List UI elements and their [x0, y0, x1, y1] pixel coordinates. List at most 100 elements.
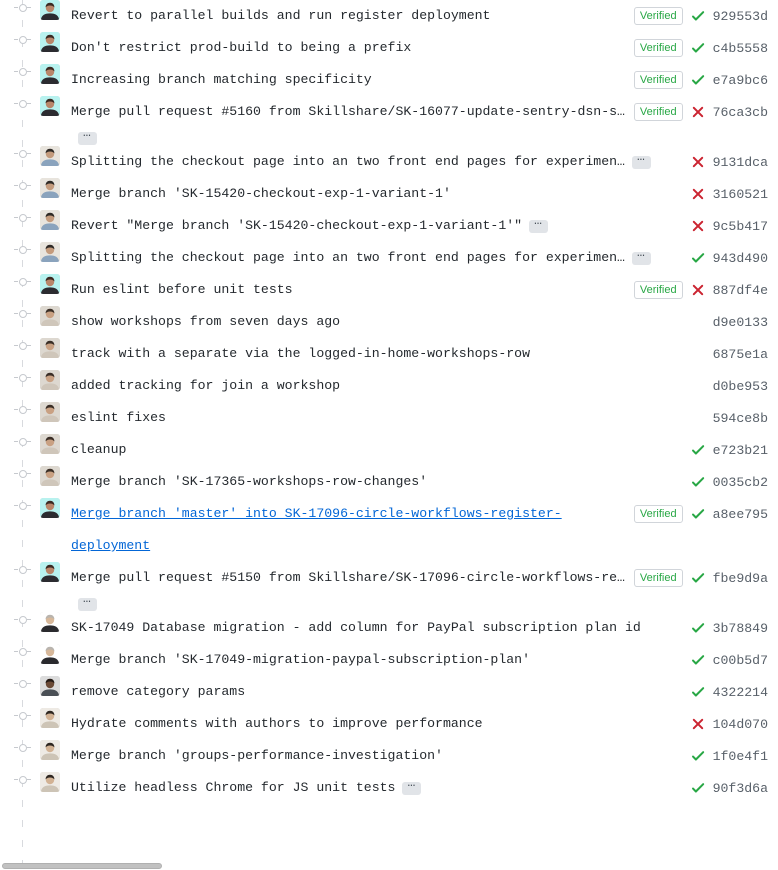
- commit-sha[interactable]: 90f3d6a: [713, 781, 768, 796]
- commit-row[interactable]: eslint fixes 594ce8b: [0, 402, 778, 434]
- commit-sha[interactable]: 9c5b417: [713, 219, 768, 234]
- commit-row[interactable]: Merge pull request #5160 from Skillshare…: [0, 96, 778, 146]
- commit-sha[interactable]: 9131dca: [713, 155, 768, 170]
- commit-message[interactable]: Merge pull request #5150 from Skillshare…: [71, 570, 625, 585]
- commit-message[interactable]: Don't restrict prod-build to being a pre…: [71, 40, 411, 55]
- author-avatar[interactable]: [40, 676, 60, 696]
- commit-message[interactable]: Merge pull request #5160 from Skillshare…: [71, 104, 625, 119]
- commit-row[interactable]: Hydrate comments with authors to improve…: [0, 708, 778, 740]
- commit-row[interactable]: Merge pull request #5150 from Skillshare…: [0, 562, 778, 612]
- author-avatar[interactable]: [40, 370, 60, 390]
- commit-row[interactable]: show workshops from seven days ago d9e013…: [0, 306, 778, 338]
- author-avatar[interactable]: [40, 772, 60, 792]
- x-icon[interactable]: [691, 155, 705, 169]
- verified-badge[interactable]: Verified: [633, 569, 683, 587]
- commit-row[interactable]: Don't restrict prod-build to being a pre…: [0, 32, 778, 64]
- commit-message[interactable]: Merge branch 'master' into SK-17096-circ…: [71, 506, 562, 553]
- commit-row[interactable]: Merge branch 'groups-performance-investi…: [0, 740, 778, 772]
- commit-row[interactable]: SK-17049 Database migration - add column…: [0, 612, 778, 644]
- author-avatar[interactable]: [40, 338, 60, 358]
- commit-sha[interactable]: 929553d: [713, 9, 768, 24]
- commit-message[interactable]: Splitting the checkout page into an two …: [71, 250, 625, 265]
- commit-message[interactable]: added tracking for join a workshop: [71, 378, 340, 393]
- expand-commit-message-button[interactable]: …: [78, 592, 97, 611]
- check-icon[interactable]: [691, 41, 705, 55]
- commit-row[interactable]: Utilize headless Chrome for JS unit test…: [0, 772, 778, 804]
- commit-sha[interactable]: c4b5558: [713, 41, 768, 56]
- check-icon[interactable]: [691, 507, 705, 521]
- author-avatar[interactable]: [40, 32, 60, 52]
- expand-commit-message-button[interactable]: …: [631, 246, 651, 265]
- check-icon[interactable]: [691, 73, 705, 87]
- commit-row[interactable]: Merge branch 'SK-15420-checkout-exp-1-va…: [0, 178, 778, 210]
- commit-sha[interactable]: 0035cb2: [713, 475, 768, 490]
- author-avatar[interactable]: [40, 708, 60, 728]
- commit-row[interactable]: Increasing branch matching specificity Ve…: [0, 64, 778, 96]
- check-icon[interactable]: [691, 685, 705, 699]
- expand-commit-message-button[interactable]: …: [78, 126, 97, 145]
- author-avatar[interactable]: [40, 498, 60, 518]
- horizontal-scrollbar-thumb[interactable]: [2, 863, 162, 869]
- commit-message[interactable]: Revert to parallel builds and run regist…: [71, 8, 490, 23]
- x-icon[interactable]: [691, 717, 705, 731]
- commit-message[interactable]: track with a separate via the logged-in-…: [71, 346, 530, 361]
- verified-badge[interactable]: Verified: [633, 39, 683, 57]
- x-icon[interactable]: [691, 219, 705, 233]
- commit-message[interactable]: Merge branch 'SK-17049-migration-paypal-…: [71, 652, 530, 667]
- commit-sha[interactable]: 3160521: [713, 187, 768, 202]
- commit-row[interactable]: added tracking for join a workshop d0be95…: [0, 370, 778, 402]
- commit-row[interactable]: Revert "Merge branch 'SK-15420-checkout-…: [0, 210, 778, 242]
- x-icon[interactable]: [691, 187, 705, 201]
- expand-commit-message-button[interactable]: …: [402, 776, 422, 795]
- commit-sha[interactable]: fbe9d9a: [713, 571, 768, 586]
- commit-row[interactable]: Splitting the checkout page into an two …: [0, 146, 778, 178]
- commit-sha[interactable]: 887df4e: [713, 283, 768, 298]
- author-avatar[interactable]: [40, 402, 60, 422]
- commit-row[interactable]: remove category params 4322214: [0, 676, 778, 708]
- x-icon[interactable]: [691, 105, 705, 119]
- verified-badge[interactable]: Verified: [633, 281, 683, 299]
- author-avatar[interactable]: [40, 644, 60, 664]
- commit-sha[interactable]: 594ce8b: [713, 411, 768, 426]
- commit-sha[interactable]: 76ca3cb: [713, 105, 768, 120]
- author-avatar[interactable]: [40, 0, 60, 20]
- commit-sha[interactable]: 4322214: [713, 685, 768, 700]
- x-icon[interactable]: [691, 283, 705, 297]
- verified-badge[interactable]: Verified: [633, 7, 683, 25]
- commit-sha[interactable]: e7a9bc6: [713, 73, 768, 88]
- commit-message[interactable]: Increasing branch matching specificity: [71, 72, 372, 87]
- commit-sha[interactable]: 6875e1a: [713, 347, 768, 362]
- commit-sha[interactable]: a8ee795: [713, 507, 768, 522]
- commit-message[interactable]: Merge branch 'SK-17365-workshops-row-cha…: [71, 474, 427, 489]
- author-avatar[interactable]: [40, 178, 60, 198]
- commit-message[interactable]: Merge branch 'SK-15420-checkout-exp-1-va…: [71, 186, 451, 201]
- commit-message[interactable]: Utilize headless Chrome for JS unit test…: [71, 780, 395, 795]
- commit-row[interactable]: Merge branch 'SK-17365-workshops-row-cha…: [0, 466, 778, 498]
- commit-sha[interactable]: c00b5d7: [713, 653, 768, 668]
- author-avatar[interactable]: [40, 306, 60, 326]
- commit-message[interactable]: Hydrate comments with authors to improve…: [71, 716, 483, 731]
- commit-sha[interactable]: 1f0e4f1: [713, 749, 768, 764]
- author-avatar[interactable]: [40, 210, 60, 230]
- commit-message[interactable]: remove category params: [71, 684, 245, 699]
- commit-row[interactable]: cleanup e723b21: [0, 434, 778, 466]
- commit-sha[interactable]: d0be953: [713, 379, 768, 394]
- commit-row[interactable]: track with a separate via the logged-in-…: [0, 338, 778, 370]
- author-avatar[interactable]: [40, 612, 60, 632]
- check-icon[interactable]: [691, 475, 705, 489]
- expand-commit-message-button[interactable]: …: [529, 214, 548, 233]
- commit-message[interactable]: show workshops from seven days ago: [71, 314, 340, 329]
- commit-row[interactable]: Run eslint before unit tests Verified 887d…: [0, 274, 778, 306]
- commit-row[interactable]: Merge branch 'master' into SK-17096-circ…: [0, 498, 778, 562]
- check-icon[interactable]: [691, 653, 705, 667]
- horizontal-scrollbar[interactable]: [0, 862, 778, 870]
- author-avatar[interactable]: [40, 434, 60, 454]
- commit-row[interactable]: Revert to parallel builds and run regist…: [0, 0, 778, 32]
- author-avatar[interactable]: [40, 242, 60, 262]
- author-avatar[interactable]: [40, 64, 60, 84]
- author-avatar[interactable]: [40, 466, 60, 486]
- check-icon[interactable]: [691, 781, 705, 795]
- commit-sha[interactable]: e723b21: [713, 443, 768, 458]
- commit-sha[interactable]: 3b78849: [713, 621, 768, 636]
- author-avatar[interactable]: [40, 146, 60, 166]
